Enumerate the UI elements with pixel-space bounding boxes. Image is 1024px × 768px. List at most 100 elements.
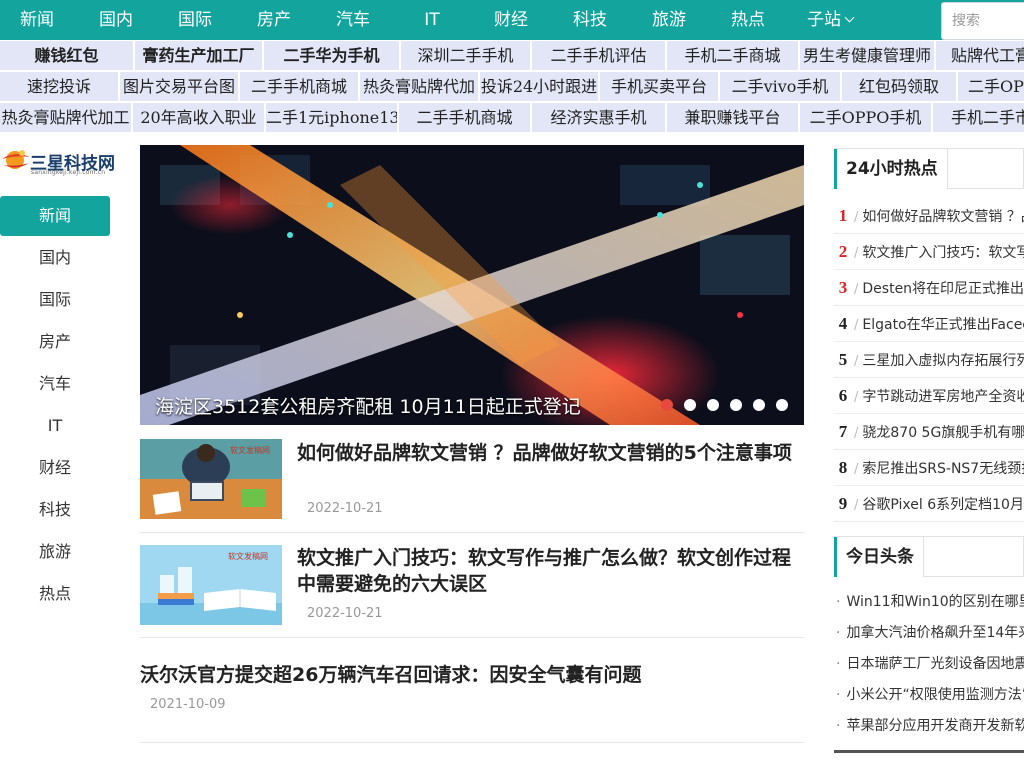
hot24-title: 24小时热点 [834, 149, 948, 189]
bullet-icon: · [836, 656, 841, 672]
bullet-icon: · [836, 625, 841, 641]
nav-item-finance[interactable]: 财经 [486, 0, 536, 40]
nav-item-substations[interactable]: 子站 [800, 0, 860, 40]
sidebar-item-international[interactable]: 国际 [0, 280, 110, 320]
rank-text: 如何做好品牌软文营销 ？品牌做好 [862, 209, 1024, 225]
nav-substations-label: 子站 [807, 10, 841, 30]
site-logo[interactable]: 三星科技网 sanxingkeji.keji.com.cn [0, 143, 115, 183]
tag-link[interactable]: 男生考健康管理师 [800, 41, 934, 70]
tag-link[interactable]: 速挖投诉 [0, 72, 118, 101]
hot-rank-item[interactable]: 2 /软文推广入门技巧：软文写作与推广 [834, 234, 1024, 270]
tag-link[interactable]: 图片交易平台图 [120, 72, 238, 101]
tag-link[interactable]: 膏药生产加工厂 [135, 41, 262, 70]
sidebar-item-tech[interactable]: 科技 [0, 490, 110, 530]
slider-dot[interactable] [706, 399, 719, 411]
tag-link[interactable]: 二手手机商城 [240, 72, 358, 101]
rank-separator: / [854, 282, 859, 297]
tag-link[interactable]: 贴牌代工膏 [936, 41, 1024, 70]
tag-link[interactable]: 赚钱红包 [0, 41, 133, 70]
slider-dot[interactable] [660, 399, 673, 411]
headlines-header: 今日头条 [834, 536, 1024, 577]
bullet-icon: · [836, 718, 841, 734]
tag-link[interactable]: 手机二手商城 [667, 41, 798, 70]
article-item: 软文发稿网 如何做好品牌软文营销 ？品牌做好软文营销的5个注意事项 2022-1… [140, 439, 804, 533]
tag-link[interactable]: 二手1元iphone13 [266, 103, 397, 132]
hot-rank-item[interactable]: 8 /索尼推出SRS-NS7无线颈挂 [834, 450, 1024, 486]
rank-number: 8 [838, 458, 848, 477]
hot-rank-item[interactable]: 6 /字节跳动进军房地产全资收购 [834, 378, 1024, 414]
article-date: 2022-10-21 [307, 606, 383, 621]
hero-slider[interactable]: 海淀区3512套公租房齐配租 10月11日起正式登记 [140, 145, 804, 425]
hot-rank-item[interactable]: 7 /骁龙870 5G旗舰手机有哪些 [834, 414, 1024, 450]
rank-separator: / [854, 246, 859, 261]
tag-link[interactable]: 经济实惠手机 [532, 103, 665, 132]
tag-link[interactable]: 热灸膏贴牌代加 [360, 72, 478, 101]
article-thumbnail[interactable]: 软文发稿网 [140, 439, 282, 519]
tag-link[interactable]: 手机买卖平台 [600, 72, 718, 101]
tag-link[interactable]: 热灸膏贴牌代加工 [0, 103, 131, 132]
sidebar-item-news[interactable]: 新闻 [0, 196, 110, 236]
sidebar-item-finance[interactable]: 财经 [0, 448, 110, 488]
article-thumbnail[interactable]: 软文发稿网 [140, 545, 282, 625]
hot-rank-item[interactable]: 3 /Desten将在印尼正式推出 [834, 270, 1024, 306]
nav-item-hot[interactable]: 热点 [723, 0, 773, 40]
article-title[interactable]: 如何做好品牌软文营销 ？品牌做好软文营销的5个注意事项 [297, 440, 797, 466]
slider-dots [655, 396, 788, 415]
article-thumb-image: 软文发稿网 [140, 545, 282, 625]
tag-link[interactable]: 深圳二手手机 [401, 41, 530, 70]
headline-item[interactable]: · 苹果部分应用开发商开发新软件 [834, 711, 1024, 742]
rank-separator: / [854, 426, 859, 441]
chevron-down-icon [844, 12, 855, 23]
rank-number: 5 [838, 350, 848, 369]
hot-rank-item[interactable]: 9 /谷歌Pixel 6系列定档10月19日 [834, 486, 1024, 522]
tag-link[interactable]: 二手手机商城 [399, 103, 530, 132]
bullet-icon: · [836, 594, 841, 610]
tag-link[interactable]: 20年高收入职业 [133, 103, 264, 132]
slider-dot[interactable] [729, 399, 742, 411]
nav-item-international[interactable]: 国际 [170, 0, 220, 40]
rank-separator: / [854, 498, 859, 513]
rank-number: 1 [838, 206, 848, 225]
tag-link[interactable]: 二手vivo手机 [720, 72, 840, 101]
nav-item-travel[interactable]: 旅游 [644, 0, 694, 40]
slider-dot[interactable] [776, 399, 788, 411]
rank-text: 索尼推出SRS-NS7无线颈挂 [862, 461, 1024, 477]
nav-item-realestate[interactable]: 房产 [249, 0, 299, 40]
tag-link[interactable]: 二手华为手机 [264, 41, 399, 70]
sidebar-item-it[interactable]: IT [0, 406, 110, 446]
nav-item-news[interactable]: 新闻 [12, 0, 62, 40]
headline-item[interactable]: · 加拿大汽油价格飙升至14年来 [834, 618, 1024, 649]
article-title[interactable]: 沃尔沃官方提交超26万辆汽车召回请求：因安全气囊有问题 [140, 662, 800, 688]
tag-link[interactable]: 二手OPP [958, 72, 1024, 101]
nav-item-tech[interactable]: 科技 [565, 0, 615, 40]
article-title[interactable]: 软文推广入门技巧：软文写作与推广怎么做？软文创作过程中需要避免的六大误区 [297, 545, 797, 597]
nav-item-domestic[interactable]: 国内 [91, 0, 141, 40]
rank-text: 字节跳动进军房地产全资收购 [862, 389, 1024, 405]
headline-item[interactable]: · 小米公开“权限使用监测方法” [834, 680, 1024, 711]
slider-dot[interactable] [752, 399, 765, 411]
hot-rank-item[interactable]: 1 /如何做好品牌软文营销 ？品牌做好 [834, 198, 1024, 234]
sidebar-item-domestic[interactable]: 国内 [0, 238, 110, 278]
search-input[interactable] [942, 3, 1024, 39]
headline-item[interactable]: · Win11和Win10的区别在哪里 [834, 587, 1024, 618]
rank-separator: / [854, 210, 859, 225]
tag-link[interactable]: 兼职赚钱平台 [667, 103, 798, 132]
tag-link[interactable]: 投诉24小时跟进 [480, 72, 598, 101]
sidebar-item-realestate[interactable]: 房产 [0, 322, 110, 362]
rank-text: 三星加入虚拟内存拓展行列 [862, 353, 1024, 369]
nav-item-it[interactable]: IT [407, 0, 457, 40]
tag-link[interactable]: 红包码领取 [842, 72, 956, 101]
hot-rank-item[interactable]: 5 /三星加入虚拟内存拓展行列 [834, 342, 1024, 378]
tag-link[interactable]: 二手手机评估 [532, 41, 665, 70]
slider-dot[interactable] [683, 399, 696, 411]
sidebar-item-travel[interactable]: 旅游 [0, 532, 110, 572]
hero-caption[interactable]: 海淀区3512套公租房齐配租 10月11日起正式登记 [155, 392, 581, 419]
nav-item-auto[interactable]: 汽车 [328, 0, 378, 40]
tag-link[interactable]: 手机二手市 [933, 103, 1024, 132]
headline-item[interactable]: · 日本瑞萨工厂光刻设备因地震 [834, 649, 1024, 680]
tag-link[interactable]: 二手OPPO手机 [800, 103, 931, 132]
sidebar-item-hot[interactable]: 热点 [0, 574, 110, 614]
sidebar-item-auto[interactable]: 汽车 [0, 364, 110, 404]
hot-rank-item[interactable]: 4 /Elgato在华正式推出Facecam [834, 306, 1024, 342]
article-thumb-image: 软文发稿网 [140, 439, 282, 519]
